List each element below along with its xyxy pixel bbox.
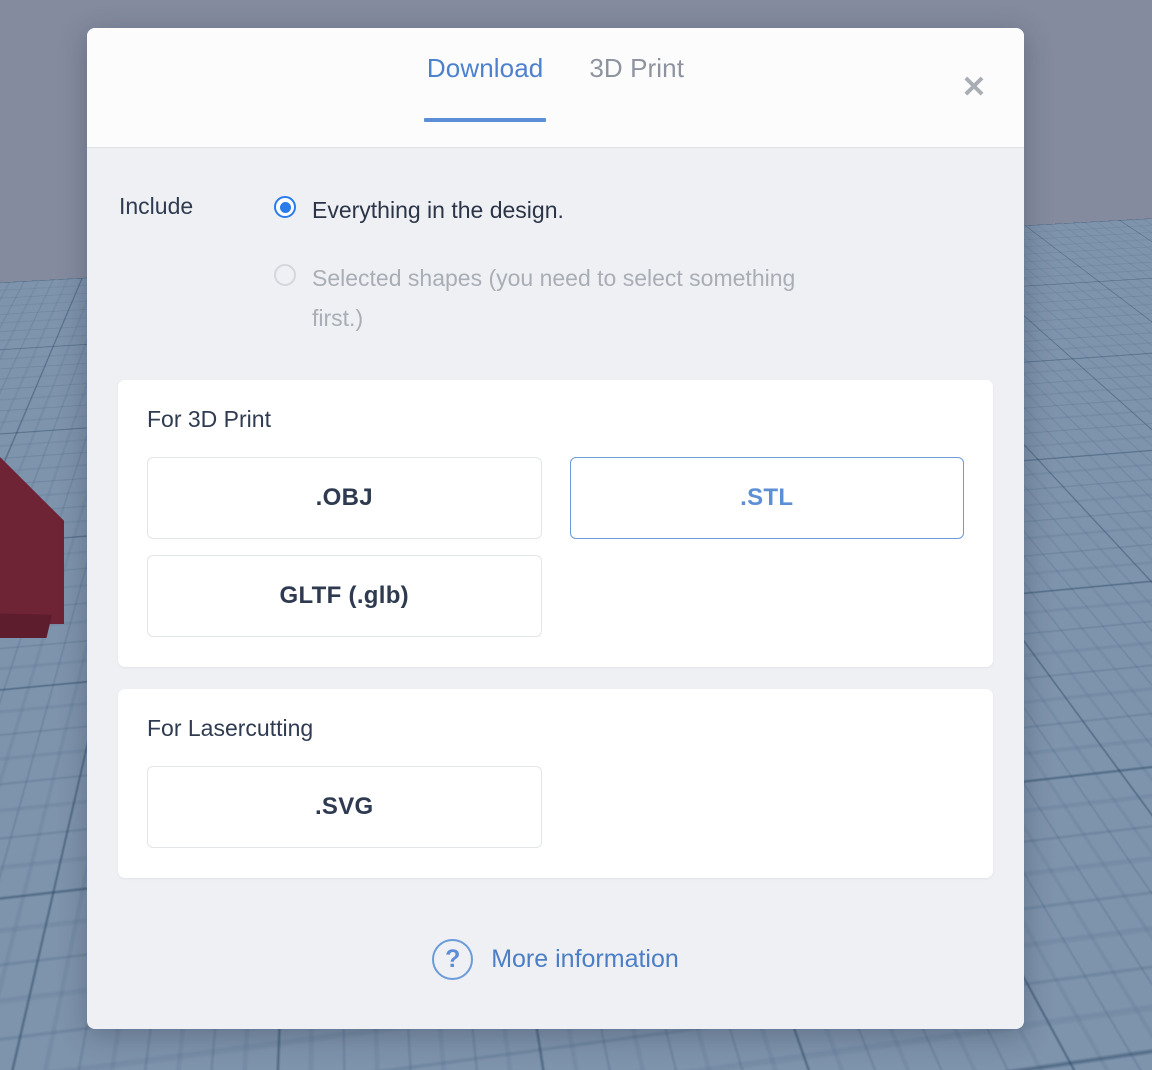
radio-selected-icon[interactable] <box>274 196 296 218</box>
include-label: Include <box>119 193 194 219</box>
format-button-grid-3d-print: .OBJ .STL GLTF (.glb) <box>147 457 964 638</box>
card-for-3d-print: For 3D Print .OBJ .STL GLTF (.glb) <box>118 380 993 668</box>
selected-solid-base[interactable] <box>0 612 52 638</box>
radio-option-everything-label: Everything in the design. <box>312 197 564 223</box>
download-obj-button[interactable]: .OBJ <box>147 457 542 540</box>
card-for-lasercutting-title: For Lasercutting <box>147 715 314 742</box>
more-information-label: More information <box>491 944 679 973</box>
dialog-header: Download 3D Print ✕ <box>87 28 1024 148</box>
include-section: Include Everything in the design. Select… <box>118 190 993 338</box>
radio-option-selected-shapes-label: Selected shapes (you need to select some… <box>312 265 796 332</box>
close-icon[interactable]: ✕ <box>952 66 996 110</box>
dialog-body: Include Everything in the design. Select… <box>87 148 1024 889</box>
tab-download-label: Download <box>426 52 544 83</box>
format-button-grid-lasercutting: .SVG <box>147 766 964 849</box>
dialog-tabstrip: Download 3D Print <box>87 28 1024 147</box>
download-stl-button[interactable]: .STL <box>569 457 964 540</box>
more-information-link[interactable]: ? More information <box>432 938 679 980</box>
radio-option-selected-shapes[interactable]: Selected shapes (you need to select some… <box>274 258 993 338</box>
include-radio-group: Everything in the design. Selected shape… <box>274 190 993 338</box>
tab-3d-print-label: 3D Print <box>589 52 685 83</box>
dialog-footer: ? More information <box>87 889 1024 1029</box>
radio-option-everything[interactable]: Everything in the design. <box>274 190 993 230</box>
help-circle-icon: ? <box>432 938 474 980</box>
card-for-lasercutting: For Lasercutting .SVG <box>118 689 993 879</box>
tab-download[interactable]: Download <box>423 52 547 122</box>
card-for-3d-print-title: For 3D Print <box>147 406 271 433</box>
tab-3d-print[interactable]: 3D Print <box>587 53 686 122</box>
download-gltf-button[interactable]: GLTF (.glb) <box>147 555 542 638</box>
download-svg-button[interactable]: .SVG <box>147 766 542 849</box>
radio-unselected-icon[interactable] <box>274 264 296 287</box>
download-dialog: Download 3D Print ✕ Include Everything i… <box>87 28 1024 1029</box>
